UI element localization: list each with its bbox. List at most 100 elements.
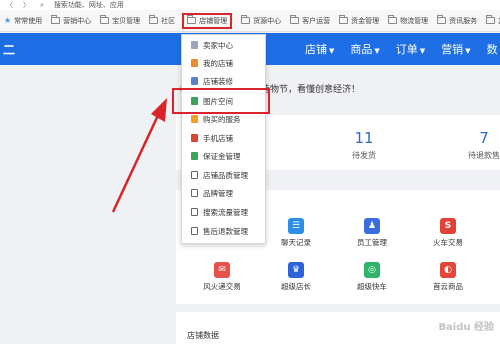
app-staff-management[interactable]: ♟ 员工管理 <box>342 218 402 248</box>
bookmark-shop-management[interactable]: 店铺管理 <box>182 12 233 29</box>
bookmark-frequent[interactable]: ★ 常常使用 <box>4 16 42 26</box>
menu-item-label: 品牌管理 <box>203 188 233 198</box>
bookmark-label: 资讯服务 <box>449 16 478 25</box>
bookmark-community[interactable]: 社区 <box>149 15 176 26</box>
app-super-express[interactable]: ◎ 超级快车 <box>342 262 402 292</box>
bookmark-products[interactable]: 宝贝管理 <box>100 15 141 26</box>
nav-orders[interactable]: 订单 ▼ <box>396 41 425 57</box>
nav-products[interactable]: 商品 ▼ <box>350 41 379 57</box>
menu-item-deposit[interactable]: 保证金管理 <box>182 148 267 164</box>
app-chat-records[interactable]: ☰ 聊天记录 <box>266 218 326 248</box>
bookmark-label: 资金管理 <box>351 16 380 25</box>
seller-icon <box>191 41 198 49</box>
menu-item-label: 卖家中心 <box>203 40 233 50</box>
shop-management-dropdown: 卖家中心 我的店铺 店铺装修 图片空间 购买的服务 手机店铺 保证金管理 店铺品… <box>181 34 266 244</box>
bookmark-label: 营销中心 <box>63 16 92 25</box>
nav-marketing[interactable]: 营销 ▼ <box>441 41 470 57</box>
search-icon: ⌕ <box>40 0 44 9</box>
folder-icon <box>149 15 159 24</box>
menu-item-label: 购买的服务 <box>203 114 241 124</box>
staff-icon: ♟ <box>364 218 380 234</box>
crown-icon: ♛ <box>288 262 304 278</box>
app-label: 首云商品 <box>433 282 463 291</box>
folder-icon <box>486 15 496 24</box>
menu-item-refunds[interactable]: 售后退款管理 <box>182 223 267 239</box>
stat-pending-refund[interactable]: 7 待退款售 <box>444 129 500 161</box>
app-label: 超级快车 <box>357 282 387 291</box>
address-input[interactable]: 搜索功能、网址、应用 <box>54 0 124 10</box>
bookmark-label: 客户运营 <box>302 16 331 25</box>
menu-item-my-shop[interactable]: 我的店铺 <box>182 55 267 71</box>
app-label: 员工管理 <box>357 238 387 247</box>
nav-shop[interactable]: 店铺 ▼ <box>305 41 334 57</box>
bookmark-funds[interactable]: 资金管理 <box>339 15 380 26</box>
folder-icon <box>437 15 447 24</box>
bookmark-info-services[interactable]: 资讯服务 <box>437 15 478 26</box>
menu-item-label: 售后退款管理 <box>203 226 248 236</box>
shop-icon <box>191 59 198 67</box>
folder-icon <box>100 15 110 24</box>
folder-icon <box>339 15 349 24</box>
bookmark-logistics[interactable]: 物流管理 <box>388 15 429 26</box>
menu-item-decoration[interactable]: 店铺装修 <box>182 73 267 89</box>
star-icon: ★ <box>4 16 12 25</box>
bookmark-label: 物流管理 <box>400 16 429 25</box>
decorate-icon <box>191 77 198 85</box>
bookmarks-bar: ★ 常常使用 营销中心 宝贝管理 社区 店铺管理 货源中心 客户运营 资金管理 物… <box>0 10 500 32</box>
menu-item-seller-center[interactable]: 卖家中心 <box>182 37 267 53</box>
back-icon[interactable]: 〈 <box>6 0 13 10</box>
bookmark-label: 宝贝管理 <box>112 16 141 25</box>
chevron-down-icon: ▼ <box>329 47 335 55</box>
stat-value: 11 <box>354 129 374 147</box>
bookmark-label: 社区 <box>161 16 176 25</box>
stat-pending-shipment[interactable]: 11 待发货 <box>324 129 404 161</box>
folder-icon <box>187 15 197 24</box>
menu-item-label: 店铺装修 <box>203 76 233 86</box>
bookmark-label: 货源中心 <box>253 16 282 25</box>
chevron-down-icon: ▼ <box>374 47 380 55</box>
mail-icon: ✉ <box>214 262 230 278</box>
bookmark-other[interactable]: 其他 <box>486 15 500 26</box>
app-label: 聊天记录 <box>281 238 311 247</box>
app-train-trade[interactable]: S 火车交易 <box>418 218 478 248</box>
document-icon <box>191 171 198 179</box>
chevron-down-icon: ▼ <box>465 47 471 55</box>
app-cloud-products[interactable]: ◐ 首云商品 <box>418 262 478 292</box>
folder-icon <box>51 15 61 24</box>
menu-item-mobile-shop[interactable]: 手机店铺 <box>182 130 267 146</box>
section-title: 店铺数据 <box>187 331 219 340</box>
app-super-manager[interactable]: ♛ 超级店长 <box>266 262 326 292</box>
menu-item-label: 手机店铺 <box>203 133 233 143</box>
bookmark-label: 店铺管理 <box>199 16 228 25</box>
train-icon: S <box>440 218 456 234</box>
menu-item-brand[interactable]: 品牌管理 <box>182 185 267 201</box>
bookmark-sourcing[interactable]: 货源中心 <box>241 15 282 26</box>
bookmark-marketing[interactable]: 营销中心 <box>51 15 92 26</box>
nav-data[interactable]: 数 <box>487 41 498 57</box>
mobile-icon <box>191 134 198 142</box>
logo: 二 <box>3 43 16 57</box>
stat-label: 待退款售 <box>468 151 500 160</box>
document-icon <box>191 208 198 216</box>
watermark: Baidu 经验 <box>438 322 494 333</box>
folder-icon <box>388 15 398 24</box>
stat-value: 7 <box>479 129 489 147</box>
app-label: 超级店长 <box>281 282 311 291</box>
stat-label: 待发货 <box>352 151 376 160</box>
app-fenghuodi[interactable]: ✉ 风火递交易 <box>192 262 252 292</box>
bookmark-label: 常常使用 <box>14 16 43 25</box>
menu-item-label: 搜索流量管理 <box>203 207 248 217</box>
bookmark-customers[interactable]: 客户运营 <box>290 15 331 26</box>
service-icon <box>191 115 198 123</box>
chevron-down-icon: ▼ <box>419 47 426 55</box>
menu-item-search-traffic[interactable]: 搜索流量管理 <box>182 204 267 220</box>
app-label: 火车交易 <box>433 238 463 247</box>
document-icon <box>191 189 198 197</box>
menu-item-quality[interactable]: 店铺品质管理 <box>182 167 267 183</box>
forward-icon[interactable]: 〉 <box>23 0 30 10</box>
chat-icon: ☰ <box>288 218 304 234</box>
highlight-box <box>172 88 270 114</box>
main-nav: 店铺 ▼ 商品 ▼ 订单 ▼ 营销 ▼ 数 <box>305 33 498 65</box>
target-icon: ◎ <box>364 262 380 278</box>
cloud-icon: ◐ <box>440 262 456 278</box>
